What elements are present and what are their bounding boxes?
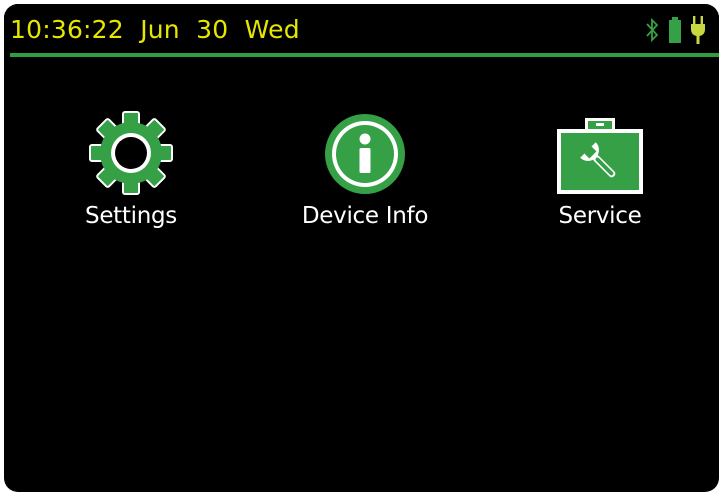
service-app-button[interactable]: Service [520,116,680,236]
clock: 10:36:22 Jun 30 Wed [10,14,300,46]
device-info-icon-wrap [285,114,445,200]
info-icon [323,112,407,200]
battery-icon [668,16,682,44]
status-icons [645,14,705,46]
settings-label: Settings [85,203,177,229]
clock-weekday: Wed [244,15,300,44]
status-divider [10,53,719,57]
gear-icon [88,110,174,200]
clock-time: 10:36:22 [10,15,124,44]
service-label: Service [558,203,642,229]
settings-app-button[interactable]: Settings [51,111,211,236]
wrench-toolbox-icon [555,116,645,200]
bluetooth-icon [645,17,659,43]
service-icon-wrap [520,116,680,200]
device-screen: 10:36:22 Jun 30 Wed Settings Device Info… [4,4,719,492]
clock-date: Jun 30 [140,15,229,44]
power-plug-icon [691,15,705,45]
device-info-label: Device Info [301,203,429,229]
settings-icon-wrap [51,111,211,200]
status-bar: 10:36:22 Jun 30 Wed [4,4,719,52]
device-info-app-button[interactable]: Device Info [285,114,445,236]
